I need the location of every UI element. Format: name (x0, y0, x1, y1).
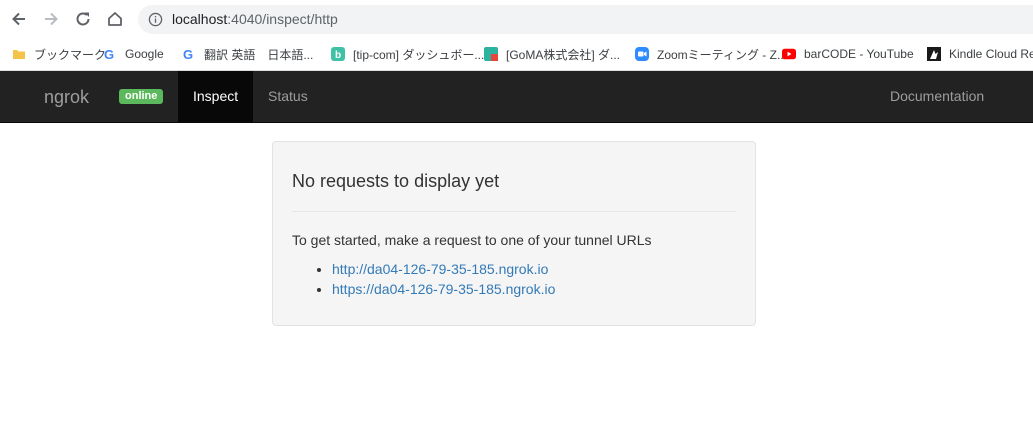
bookmark-label: Zoomミーティング - Z... (657, 47, 787, 62)
bookmark-youtube[interactable]: barCODE - YouTube (782, 45, 914, 63)
brand-logo[interactable]: ngrok (44, 87, 89, 108)
bookmark-zoom[interactable]: Zoomミーティング - Z... (635, 45, 787, 63)
bookmark-label: ブックマーク (34, 47, 107, 62)
youtube-icon (782, 47, 796, 61)
bookmark-label: 翻訳 英語 日本語... (204, 47, 314, 62)
url-text[interactable]: localhost:4040/inspect/http (172, 11, 338, 27)
goma-icon (484, 47, 498, 61)
google-icon: G (182, 47, 196, 61)
arrow-right-icon (45, 12, 58, 26)
google-icon: G (103, 47, 117, 61)
home-icon (108, 12, 122, 26)
bookmark-translate[interactable]: G 翻訳 英語 日本語... (182, 45, 313, 63)
bookmark-folder[interactable]: ブックマーク (12, 45, 106, 63)
bookmark-label: [GoMA株式会社] ダ... (506, 47, 621, 62)
instructions-text: To get started, make a request to one of… (292, 232, 652, 248)
bookmark-label: Google (125, 47, 164, 61)
bookmarks-bar: ブックマーク G Google G 翻訳 英語 日本語... b [tip-co… (0, 38, 1033, 71)
info-icon[interactable] (148, 12, 163, 27)
tunnel-url-list: http://da04-126-79-35-185.ngrok.io https… (292, 259, 555, 299)
bookmark-google[interactable]: G Google (103, 45, 164, 63)
empty-state-panel: No requests to display yet To get starte… (272, 141, 756, 326)
bookmark-label: [tip-com] ダッシュボー... (353, 47, 485, 62)
arrow-left-icon (12, 12, 25, 26)
nav-inspect[interactable]: Inspect (178, 71, 254, 122)
bookmark-kindle[interactable]: Kindle Cloud Re (927, 45, 1033, 63)
url-path: :4040/inspect/http (227, 11, 338, 27)
b-icon: b (331, 47, 345, 61)
nav-documentation[interactable]: Documentation (875, 71, 999, 122)
zoom-icon (635, 47, 649, 61)
list-item: https://da04-126-79-35-185.ngrok.io (332, 279, 555, 299)
forward-button[interactable] (40, 8, 62, 30)
browser-toolbar: localhost:4040/inspect/http (0, 0, 1033, 38)
ngrok-navbar: ngrok online Inspect Status Documentatio… (0, 71, 1033, 123)
home-button[interactable] (104, 8, 126, 30)
kindle-icon (927, 47, 941, 61)
status-badge: online (119, 89, 164, 104)
empty-state-heading: No requests to display yet (292, 171, 500, 191)
divider (292, 211, 736, 212)
address-bar[interactable]: localhost:4040/inspect/http (138, 5, 1033, 34)
list-item: http://da04-126-79-35-185.ngrok.io (332, 259, 555, 279)
svg-text:b: b (335, 50, 341, 61)
tunnel-url-https-link[interactable]: https://da04-126-79-35-185.ngrok.io (332, 281, 555, 297)
bookmark-goma[interactable]: [GoMA株式会社] ダ... (484, 45, 620, 63)
url-host: localhost (172, 11, 228, 27)
tunnel-url-http-link[interactable]: http://da04-126-79-35-185.ngrok.io (332, 261, 548, 277)
reload-icon (76, 12, 90, 26)
folder-icon (12, 47, 26, 61)
nav-status[interactable]: Status (253, 71, 323, 122)
svg-text:G: G (104, 47, 114, 61)
reload-button[interactable] (72, 8, 94, 30)
bookmark-label: Kindle Cloud Re (949, 47, 1033, 61)
back-button[interactable] (8, 8, 30, 30)
bookmark-label: barCODE - YouTube (804, 47, 914, 61)
bookmark-tip-com[interactable]: b [tip-com] ダッシュボー... (331, 45, 484, 63)
svg-text:G: G (183, 47, 193, 61)
